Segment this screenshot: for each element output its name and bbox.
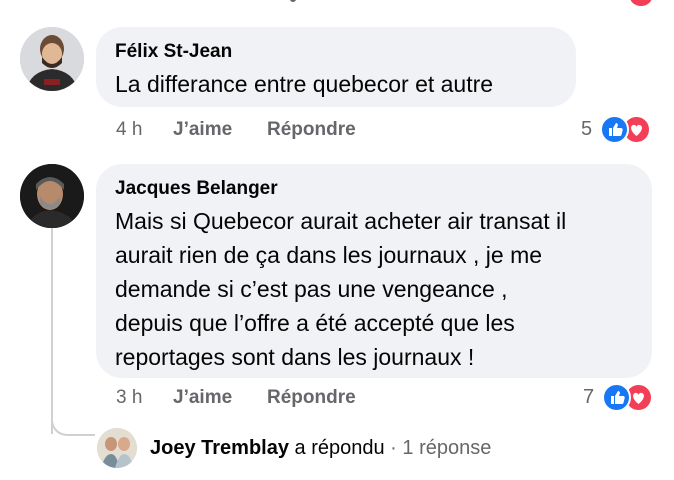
like-label: J’aime xyxy=(173,387,233,408)
top-dot-fragment xyxy=(290,0,296,2)
reply-author: Joey Tremblay xyxy=(150,437,289,459)
like-icon[interactable] xyxy=(600,115,629,144)
avatar-felix-image xyxy=(20,27,84,91)
reply-separator: · xyxy=(390,437,397,459)
comment-bubble-felix: Félix St-Jean La differance entre quebec… xyxy=(96,27,576,107)
avatar-jacques[interactable] xyxy=(20,164,84,228)
reply-button[interactable]: Répondre xyxy=(267,119,356,141)
comment-author[interactable]: Félix St-Jean xyxy=(115,41,232,63)
like-label: J’aime xyxy=(173,119,233,140)
thread-line-curve xyxy=(51,410,95,436)
comment-text: Mais si Quebecor aurait acheter air tran… xyxy=(115,204,566,374)
comment-text-line: demande si c’est pas une vengeance , xyxy=(115,276,508,302)
reaction-count[interactable]: 7 xyxy=(583,386,594,409)
like-button[interactable]: J’aime xyxy=(173,119,232,141)
reply-label: Répondre xyxy=(267,387,356,408)
comment-author[interactable]: Jacques Belanger xyxy=(115,178,278,200)
like-icon[interactable] xyxy=(602,383,631,412)
avatar-joey[interactable] xyxy=(97,428,137,468)
avatar-joey-image xyxy=(97,428,137,468)
like-button[interactable]: J’aime xyxy=(173,387,232,409)
reply-count: 1 réponse xyxy=(402,437,492,459)
top-reaction-fragment xyxy=(628,0,654,8)
thread-line xyxy=(51,228,53,434)
comment-text-line: Mais si Quebecor aurait acheter air tran… xyxy=(115,208,567,234)
comment-text-line: reportages sont dans les journaux ! xyxy=(115,344,475,370)
comment-text: La differance entre quebecor et autre xyxy=(115,71,494,97)
avatar-jacques-image xyxy=(20,164,84,228)
reply-button[interactable]: Répondre xyxy=(267,387,356,409)
comment-text-line: depuis que l’offre a été accepté que les xyxy=(115,310,515,336)
avatar-felix[interactable] xyxy=(20,27,84,91)
reply-action: a répondu xyxy=(294,437,385,459)
comment-bubble-jacques: Jacques Belanger Mais si Quebecor aurait… xyxy=(96,164,652,378)
comment-time[interactable]: 4 h xyxy=(116,119,142,141)
comment-time[interactable]: 3 h xyxy=(116,387,142,409)
reply-summary-link[interactable]: Joey Tremblay a répondu · 1 réponse xyxy=(150,437,491,460)
reaction-count[interactable]: 5 xyxy=(581,118,592,141)
comment-text-line: aurait rien de ça dans les journaux , je… xyxy=(115,242,543,268)
reply-label: Répondre xyxy=(267,119,356,140)
